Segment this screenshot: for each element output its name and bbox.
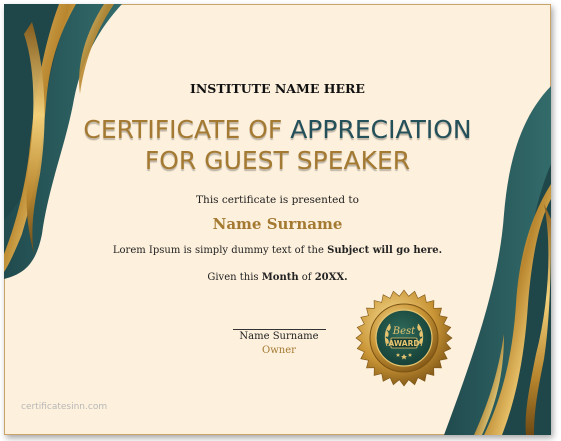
seal-top-text: Best <box>392 326 416 337</box>
given-month: Month <box>261 272 299 283</box>
given-year: 20XX. <box>314 272 348 283</box>
signature-name: Name Surname <box>239 331 319 342</box>
description-subject: Subject will go here. <box>327 245 443 256</box>
signature-line <box>233 329 326 330</box>
certificate-title-line2: FOR GUEST SPEAKER <box>144 146 411 175</box>
description-text: Lorem Ipsum is simply dummy text of the … <box>4 245 551 256</box>
institute-name: INSTITUTE NAME HERE <box>190 81 365 96</box>
given-prefix: Given this <box>207 272 262 283</box>
presented-to-text: This certificate is presented to <box>196 194 359 206</box>
title-part-green: APPRECIATION <box>290 115 472 144</box>
certificate: INSTITUTE NAME HERE CERTIFICATE OF APPRE… <box>4 4 551 435</box>
seal-bottom-text: AWARD <box>388 339 419 348</box>
title-part-gold: CERTIFICATE OF <box>83 115 291 144</box>
certificate-title-line1: CERTIFICATE OF APPRECIATION <box>4 116 551 144</box>
award-seal-icon: Best AWARD <box>355 289 453 387</box>
given-date-text: Given this Month of 20XX. <box>4 272 551 283</box>
given-of: of <box>298 272 315 283</box>
signature-role: Owner <box>262 345 296 356</box>
recipient-name: Name Surname <box>212 215 343 233</box>
watermark: certificatesinn.com <box>21 402 108 412</box>
description-prefix: Lorem Ipsum is simply dummy text of the <box>112 245 328 256</box>
